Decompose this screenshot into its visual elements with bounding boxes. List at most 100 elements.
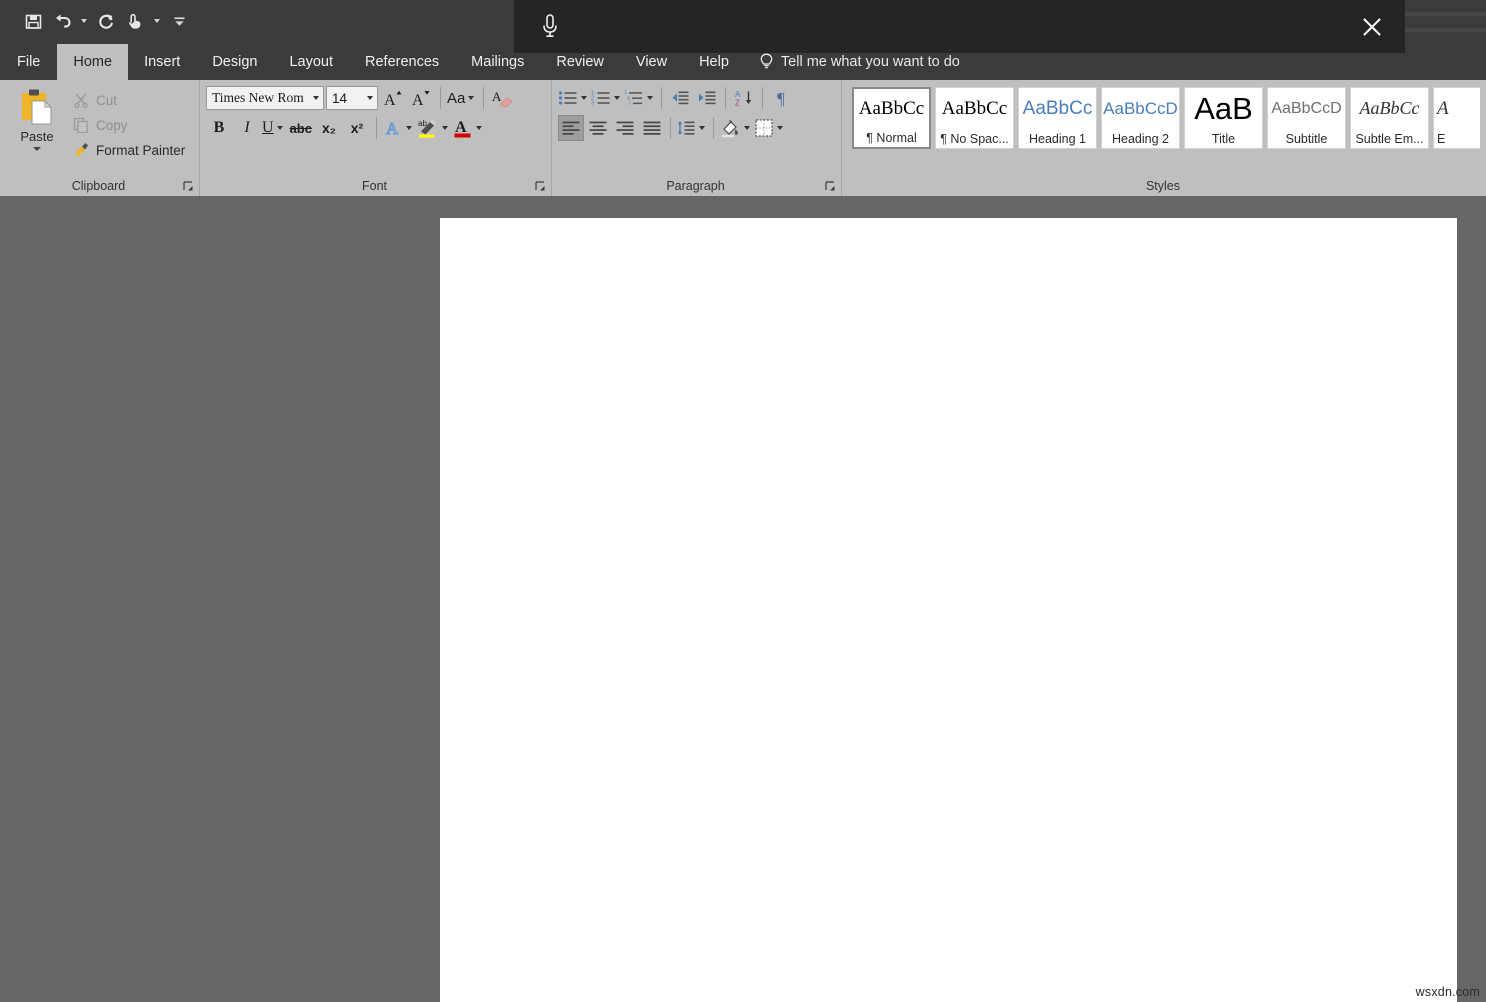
undo-dropdown-icon[interactable]	[78, 8, 90, 34]
font-name-dropdown-icon[interactable]	[309, 87, 323, 109]
style-tile-heading-2[interactable]: AaBbCcD Heading 2	[1101, 87, 1180, 149]
style-name-subtle-emphasis: Subtle Em...	[1351, 129, 1428, 148]
style-name-title: Title	[1185, 129, 1262, 148]
justify-button[interactable]	[639, 115, 665, 141]
change-case-dropdown-icon[interactable]	[465, 96, 477, 100]
style-tile-title[interactable]: AaB Title	[1184, 87, 1263, 149]
style-tile-heading-1[interactable]: AaBbCc Heading 1	[1018, 87, 1097, 149]
style-preview-subtle-emphasis: AaBbCc	[1351, 88, 1428, 129]
shading-dropdown-icon[interactable]	[741, 126, 753, 130]
font-group-label-row: Font	[200, 176, 551, 196]
format-painter-label: Format Painter	[96, 143, 185, 158]
style-tile-subtle-emphasis[interactable]: AaBbCc Subtle Em...	[1350, 87, 1429, 149]
italic-button[interactable]: I	[234, 115, 260, 141]
shrink-font-button[interactable]: A	[408, 85, 434, 111]
numbering-button[interactable]: 1 2 3	[591, 85, 623, 111]
strikethrough-label: abc	[290, 122, 312, 135]
styles-group-label: Styles	[1146, 179, 1180, 193]
numbering-dropdown-icon[interactable]	[611, 96, 623, 100]
align-center-button[interactable]	[585, 115, 611, 141]
sort-button[interactable]: A Z	[731, 85, 757, 111]
document-page[interactable]	[440, 218, 1457, 1002]
font-color-button[interactable]: A	[453, 115, 485, 141]
styles-gallery: AaBbCc ¶ Normal AaBbCc ¶ No Spac... AaBb…	[852, 85, 1480, 149]
copy-button[interactable]: Copy	[70, 114, 188, 136]
bold-button[interactable]: B	[206, 115, 232, 141]
svg-text:A: A	[492, 89, 502, 104]
clipboard-dialog-launcher-icon[interactable]	[183, 181, 195, 193]
align-left-icon	[561, 119, 581, 137]
style-tile-normal[interactable]: AaBbCc ¶ Normal	[852, 87, 931, 149]
customize-quick-access-toolbar-icon[interactable]	[166, 8, 192, 34]
underline-dropdown-icon[interactable]	[274, 126, 286, 130]
cut-button[interactable]: Cut	[70, 89, 188, 111]
font-dialog-launcher-icon[interactable]	[535, 181, 547, 193]
change-case-button[interactable]: Aa	[447, 85, 477, 111]
font-color-dropdown-icon[interactable]	[473, 126, 485, 130]
clear-formatting-icon: A	[492, 88, 514, 109]
style-preview-title: AaB	[1185, 88, 1262, 129]
line-spacing-button[interactable]	[676, 115, 708, 141]
style-name-emphasis: E	[1431, 129, 1480, 148]
clear-formatting-button[interactable]: A	[490, 85, 516, 111]
align-center-icon	[588, 119, 608, 137]
paste-dropdown-icon[interactable]	[33, 147, 41, 151]
tab-home[interactable]: Home	[57, 44, 128, 80]
style-tile-no-spacing[interactable]: AaBbCc ¶ No Spac...	[935, 87, 1014, 149]
microphone-icon[interactable]	[532, 9, 568, 45]
line-spacing-icon	[676, 119, 696, 137]
borders-dropdown-icon[interactable]	[774, 126, 786, 130]
ribbon-group-styles: AaBbCc ¶ Normal AaBbCc ¶ No Spac... AaBb…	[842, 80, 1486, 196]
style-tile-emphasis[interactable]: A E	[1433, 87, 1480, 149]
bullets-icon	[558, 89, 578, 107]
font-group-label: Font	[362, 179, 387, 193]
format-painter-button[interactable]: Format Painter	[70, 139, 188, 161]
clipboard-group-label: Clipboard	[72, 179, 126, 193]
superscript-button[interactable]: x²	[344, 115, 370, 141]
shading-button[interactable]	[719, 115, 753, 141]
multilevel-list-button[interactable]: 1 a i	[624, 85, 656, 111]
paste-label: Paste	[20, 129, 53, 144]
touch-mouse-mode-icon[interactable]	[122, 8, 148, 34]
svg-text:A: A	[386, 119, 399, 138]
text-effects-dropdown-icon[interactable]	[403, 126, 415, 130]
grow-font-button[interactable]: A	[380, 85, 406, 111]
underline-button[interactable]: U	[262, 115, 286, 141]
style-tile-subtitle[interactable]: AaBbCcD Subtitle	[1267, 87, 1346, 149]
decrease-indent-button[interactable]	[667, 85, 693, 111]
ribbon: Paste Cut	[0, 80, 1486, 196]
tab-references[interactable]: References	[349, 44, 455, 80]
paragraph-group-label: Paragraph	[666, 179, 724, 193]
paste-button[interactable]: Paste	[6, 85, 68, 151]
text-effects-button[interactable]: A	[383, 115, 415, 141]
font-name-input[interactable]: Times New Rom	[206, 86, 324, 110]
undo-icon[interactable]	[49, 8, 75, 34]
tab-insert[interactable]: Insert	[128, 44, 196, 80]
bullets-dropdown-icon[interactable]	[578, 96, 590, 100]
show-hide-marks-button[interactable]: ¶	[768, 85, 794, 111]
save-glyph	[25, 13, 42, 30]
font-size-dropdown-icon[interactable]	[363, 87, 377, 109]
scissors-icon	[73, 92, 89, 108]
multilevel-dropdown-icon[interactable]	[644, 96, 656, 100]
tab-layout[interactable]: Layout	[273, 44, 349, 80]
highlight-dropdown-icon[interactable]	[439, 126, 451, 130]
redo-icon[interactable]	[93, 8, 119, 34]
save-icon[interactable]	[20, 8, 46, 34]
tab-file[interactable]: File	[0, 44, 57, 80]
close-icon[interactable]	[1349, 7, 1395, 47]
font-size-input[interactable]: 14	[326, 86, 378, 110]
touch-mode-dropdown-icon[interactable]	[151, 8, 163, 34]
align-right-button[interactable]	[612, 115, 638, 141]
bullets-button[interactable]	[558, 85, 590, 111]
align-left-button[interactable]	[558, 115, 584, 141]
borders-button[interactable]	[754, 115, 786, 141]
strikethrough-button[interactable]: abc	[288, 115, 314, 141]
increase-indent-button[interactable]	[694, 85, 720, 111]
svg-text:3: 3	[591, 101, 594, 107]
tab-design[interactable]: Design	[196, 44, 273, 80]
paragraph-dialog-launcher-icon[interactable]	[825, 181, 837, 193]
subscript-button[interactable]: x₂	[316, 115, 342, 141]
text-highlight-color-button[interactable]: ab	[417, 115, 451, 141]
line-spacing-dropdown-icon[interactable]	[696, 126, 708, 130]
